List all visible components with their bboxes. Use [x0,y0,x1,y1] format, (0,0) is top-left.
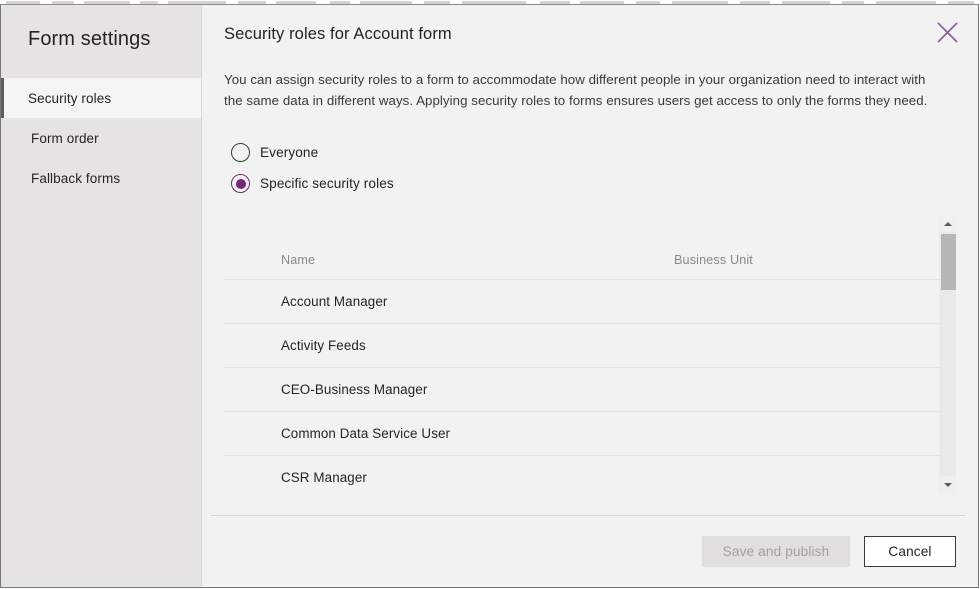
radio-indicator [231,143,250,162]
cancel-button[interactable]: Cancel [864,536,956,567]
chevron-down-icon [944,482,952,487]
cell-business-unit [674,411,939,456]
sidebar-nav-list: Security roles Form order Fallback forms [1,78,201,198]
radio-option-specific-security-roles[interactable]: Specific security roles [224,168,956,199]
radio-indicator [231,174,250,193]
cell-name: Common Data Service User [224,411,674,456]
footer-divider [211,515,965,516]
cell-name: Activity Feeds [224,323,674,368]
radio-option-label: Specific security roles [260,176,394,191]
radio-option-everyone[interactable]: Everyone [224,137,956,168]
table-row[interactable]: CSR Manager [224,455,939,493]
description-text: You can assign security roles to a form … [224,72,928,108]
table-row[interactable]: CEO-Business Manager [224,367,939,412]
cell-business-unit [674,279,939,324]
sidebar-item-fallback-forms[interactable]: Fallback forms [1,158,201,198]
table-row[interactable]: Activity Feeds [224,323,939,368]
sidebar-title: Form settings [28,28,151,50]
screen: Form settings Security roles Form order … [0,0,980,589]
table-row[interactable]: Account Manager [224,279,939,324]
cell-business-unit [674,367,939,412]
security-roles-table: Name Business Unit Account Manager Activ… [224,215,939,493]
sidebar-item-label: Fallback forms [31,170,121,186]
dialog-body: You can assign security roles to a form … [202,57,978,515]
cell-name: Account Manager [224,279,674,324]
radio-option-label: Everyone [260,145,319,160]
scrollbar-track[interactable] [940,232,956,476]
table-header-row: Name Business Unit [224,215,939,280]
cell-business-unit [674,455,939,493]
cell-name: CEO-Business Manager [224,367,674,412]
security-roles-table-container: Name Business Unit Account Manager Activ… [224,215,956,493]
scroll-down-button[interactable] [940,476,956,493]
column-header-business-unit[interactable]: Business Unit [674,215,939,280]
sidebar-item-label: Security roles [28,90,112,106]
table-vertical-scrollbar[interactable] [939,215,956,493]
cell-business-unit [674,323,939,368]
page-title: Security roles for Account form [224,25,452,43]
sidebar: Form settings Security roles Form order … [1,5,202,587]
dialog-footer: Save and publish Cancel [202,515,978,587]
close-icon [936,21,958,43]
table-row[interactable]: Common Data Service User [224,411,939,456]
scroll-up-button[interactable] [940,215,956,232]
table-scroll-viewport: Name Business Unit Account Manager Activ… [224,215,939,493]
dialog-header: Security roles for Account form [202,5,978,57]
form-settings-dialog: Form settings Security roles Form order … [0,4,979,588]
scrollbar-thumb[interactable] [941,234,956,290]
cell-name: CSR Manager [224,455,674,493]
save-and-publish-button[interactable]: Save and publish [702,536,850,567]
column-header-name[interactable]: Name [224,215,674,280]
dialog-content: Security roles for Account form You can … [202,5,978,587]
sidebar-item-security-roles[interactable]: Security roles [1,78,201,118]
sidebar-item-form-order[interactable]: Form order [1,118,201,158]
chevron-up-icon [944,221,952,226]
footer-actions: Save and publish Cancel [702,536,956,567]
close-button[interactable] [930,15,964,49]
sidebar-item-label: Form order [31,130,99,146]
access-scope-radio-group: Everyone Specific security roles [224,137,956,199]
